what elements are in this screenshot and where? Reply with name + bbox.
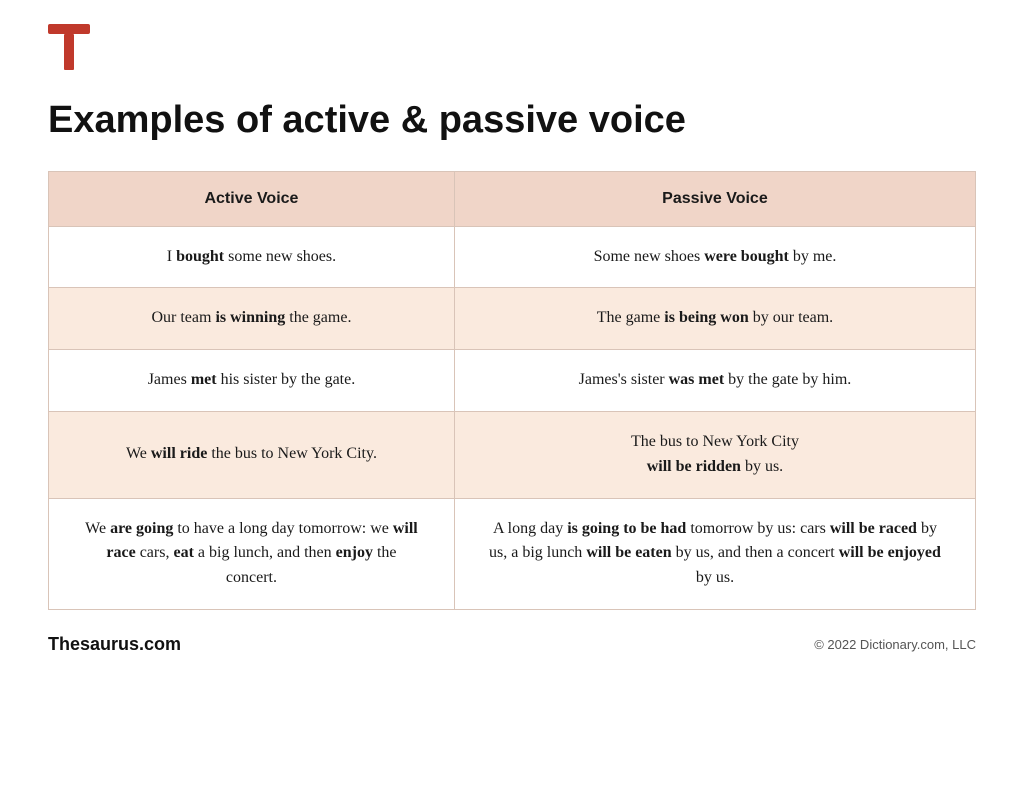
footer-copyright: © 2022 Dictionary.com, LLC: [814, 637, 976, 652]
column-header-passive: Passive Voice: [454, 171, 975, 226]
table-row: We will ride the bus to New York City.Th…: [49, 412, 976, 499]
table-row: We are going to have a long day tomorrow…: [49, 498, 976, 609]
footer-brand: Thesaurus.com: [48, 634, 181, 655]
passive-voice-cell: Some new shoes were bought by me.: [454, 226, 975, 288]
table-row: I bought some new shoes.Some new shoes w…: [49, 226, 976, 288]
passive-voice-cell: The bus to New York Citywill be ridden b…: [454, 412, 975, 499]
active-voice-cell: We are going to have a long day tomorrow…: [49, 498, 455, 609]
logo-container: [48, 24, 976, 75]
table-row: Our team is winning the game.The game is…: [49, 288, 976, 350]
page-title: Examples of active & passive voice: [48, 99, 976, 143]
table-body: I bought some new shoes.Some new shoes w…: [49, 226, 976, 609]
passive-voice-cell: James's sister was met by the gate by hi…: [454, 350, 975, 412]
active-voice-cell: Our team is winning the game.: [49, 288, 455, 350]
column-header-active: Active Voice: [49, 171, 455, 226]
passive-voice-cell: The game is being won by our team.: [454, 288, 975, 350]
voice-table: Active Voice Passive Voice I bought some…: [48, 171, 976, 610]
active-voice-cell: We will ride the bus to New York City.: [49, 412, 455, 499]
active-voice-cell: I bought some new shoes.: [49, 226, 455, 288]
table-header-row: Active Voice Passive Voice: [49, 171, 976, 226]
footer: Thesaurus.com © 2022 Dictionary.com, LLC: [48, 634, 976, 655]
active-voice-cell: James met his sister by the gate.: [49, 350, 455, 412]
thesaurus-logo-icon: [48, 24, 90, 70]
passive-voice-cell: A long day is going to be had tomorrow b…: [454, 498, 975, 609]
table-row: James met his sister by the gate.James's…: [49, 350, 976, 412]
